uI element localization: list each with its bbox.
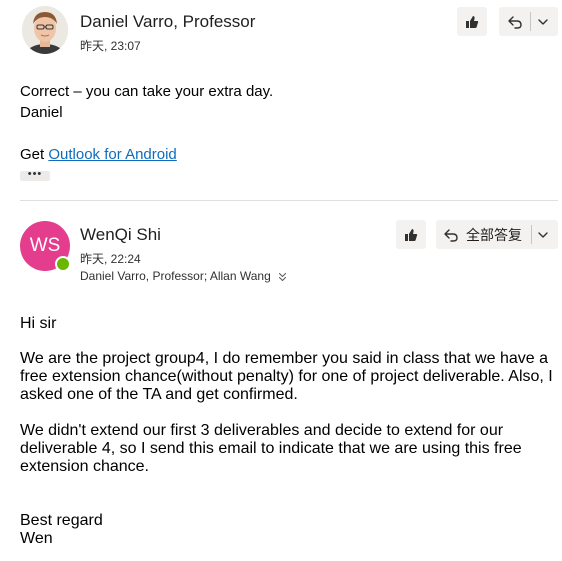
outlook-promo: Get Outlook for Android (20, 146, 177, 164)
outlook-android-link[interactable]: Outlook for Android (48, 146, 176, 163)
closing: Best regard (20, 512, 103, 529)
thumbs-up-icon (404, 228, 418, 242)
show-quoted-button[interactable]: ••• (20, 169, 50, 181)
reply-all-label[interactable]: 全部答复 (466, 227, 522, 243)
message-paragraph: We didn't extend our first 3 deliverable… (20, 422, 522, 475)
message-line: Correct – you can take your extra day. (20, 83, 274, 100)
reply-icon[interactable] (507, 14, 523, 30)
greeting: Hi sir (20, 315, 57, 332)
sender-name[interactable]: Daniel Varro, Professor (80, 12, 255, 32)
timestamp: 昨天, 23:07 (80, 39, 141, 53)
double-chevron-down-icon[interactable] (278, 271, 287, 285)
signature-name: Wen (20, 530, 53, 547)
presence-available-icon (55, 256, 71, 272)
timestamp: 昨天, 22:24 (80, 252, 141, 266)
message-divider (20, 200, 558, 201)
sender-avatar[interactable] (22, 6, 68, 54)
thumbs-up-icon (465, 15, 479, 29)
chevron-down-icon[interactable] (537, 16, 549, 28)
signature-name: Daniel (20, 104, 63, 121)
reply-split-button[interactable] (499, 7, 558, 36)
recipients[interactable]: Daniel Varro, Professor; Allan Wang (80, 269, 287, 283)
recipients-list[interactable]: Daniel Varro, Professor; Allan Wang (80, 269, 271, 283)
reply-all-split-button[interactable]: 全部答复 (436, 220, 558, 249)
chevron-down-icon[interactable] (537, 229, 549, 241)
promo-prefix: Get (20, 146, 49, 163)
reply-all-icon[interactable] (443, 227, 459, 243)
message-paragraph: We are the project group4, I do remember… (20, 350, 553, 403)
like-button[interactable] (396, 220, 426, 249)
like-button[interactable] (457, 7, 487, 36)
sender-name[interactable]: WenQi Shi (80, 225, 161, 245)
